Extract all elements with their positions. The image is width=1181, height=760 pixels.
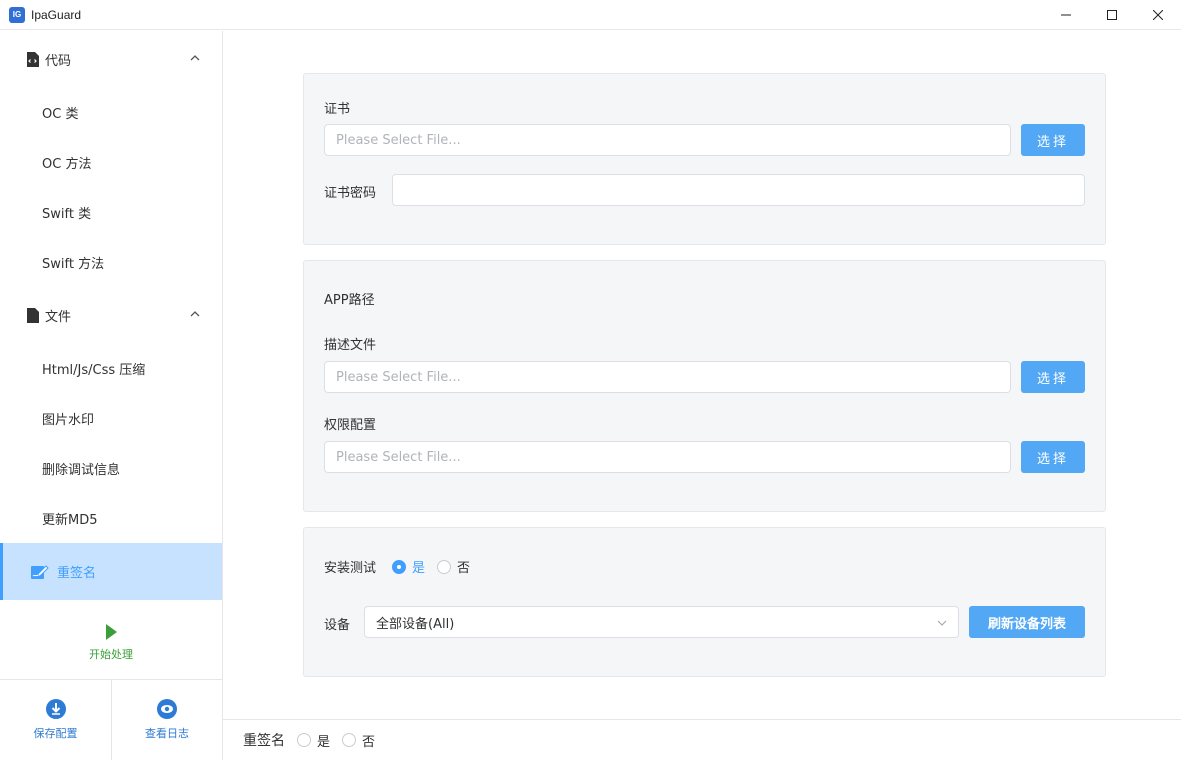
sidebar-item-label: Html/Js/Css 压缩 (42, 362, 146, 378)
certificate-file-input[interactable] (324, 124, 1011, 156)
provisioning-profile-input[interactable] (324, 361, 1011, 393)
install-test-yes-label: 是 (412, 561, 426, 576)
sidebar-item-label: Swift 方法 (42, 256, 105, 272)
sidebar-item-oc-method[interactable]: OC 方法 (0, 137, 222, 187)
sidebar-item-label: OC 类 (42, 106, 79, 122)
app-path-title: APP路径 (324, 293, 375, 308)
entitlements-input[interactable] (324, 441, 1011, 473)
sidebar-group-code[interactable]: 代码 (0, 31, 222, 87)
download-icon (45, 699, 66, 719)
sidebar-item-swift-method[interactable]: Swift 方法 (0, 237, 222, 287)
app-logo-icon: IG (9, 6, 25, 23)
code-file-icon (27, 51, 39, 67)
view-log-label: 查看日志 (145, 727, 189, 740)
app-path-panel: APP路径 描述文件 选择 权限配置 选择 (303, 260, 1106, 512)
sidebar-item-label: 重签名 (57, 566, 97, 581)
resign-footer-label: 重签名 (243, 733, 285, 749)
sidebar-group-label: 代码 (45, 53, 72, 69)
chevron-down-icon (937, 620, 947, 626)
maximize-button[interactable] (1089, 0, 1135, 30)
sidebar-item-label: 删除调试信息 (42, 462, 121, 478)
maximize-icon (1107, 10, 1117, 20)
certificate-password-label: 证书密码 (324, 186, 377, 201)
save-config-label: 保存配置 (33, 727, 78, 740)
start-process-label: 开始处理 (89, 648, 133, 661)
sidebar-item-label: OC 方法 (42, 156, 92, 172)
device-select-value: 全部设备(All) (376, 616, 455, 632)
resign-no-radio[interactable] (342, 733, 357, 747)
sidebar-item-html-compress[interactable]: Html/Js/Css 压缩 (0, 343, 222, 393)
sidebar: 代码 OC 类 OC 方法 Swift 类 Swift 方法 文件 Html/J… (0, 31, 223, 760)
sidebar-item-swift-class[interactable]: Swift 类 (0, 187, 222, 237)
sidebar-item-update-md5[interactable]: 更新MD5 (0, 493, 222, 543)
close-button[interactable] (1135, 0, 1181, 30)
sidebar-item-image-watermark[interactable]: 图片水印 (0, 393, 222, 443)
sidebar-group-label: 文件 (45, 309, 72, 325)
entitlements-select-button[interactable]: 选择 (1021, 441, 1085, 473)
view-log-button[interactable]: 查看日志 (111, 680, 222, 760)
sign-edit-icon (31, 564, 49, 579)
save-config-button[interactable]: 保存配置 (0, 680, 111, 760)
sidebar-item-label: 更新MD5 (42, 512, 98, 528)
play-icon (105, 624, 117, 640)
resign-yes-label: 是 (317, 734, 331, 750)
install-test-yes-radio[interactable] (392, 559, 406, 574)
window-controls (1043, 0, 1181, 30)
close-icon (1153, 10, 1163, 20)
certificate-panel: 证书 选择 证书密码 (303, 73, 1106, 245)
sidebar-item-resign[interactable]: 重签名 (0, 543, 222, 600)
resign-radio-group: 是 否 (297, 731, 387, 750)
device-select[interactable]: 全部设备(All) (364, 606, 959, 638)
certificate-select-button[interactable]: 选择 (1021, 124, 1085, 156)
start-process-button[interactable]: 开始处理 (0, 600, 222, 680)
device-label: 设备 (324, 618, 351, 633)
chevron-up-icon (190, 55, 200, 61)
sidebar-item-label: 图片水印 (42, 412, 95, 428)
certificate-label: 证书 (324, 102, 351, 117)
resign-no-label: 否 (362, 734, 376, 750)
install-test-label: 安装测试 (324, 561, 377, 576)
footer-bar: 重签名 是 否 (223, 719, 1181, 760)
entitlements-label: 权限配置 (324, 418, 377, 433)
sidebar-group-files[interactable]: 文件 (0, 287, 222, 343)
main-content: 证书 选择 证书密码 APP路径 描述文件 选择 权限配置 选择 安装测试 是 … (223, 31, 1181, 719)
title-bar: IG IpaGuard (0, 0, 1181, 30)
install-test-no-radio[interactable] (437, 559, 452, 574)
sidebar-item-remove-debug[interactable]: 删除调试信息 (0, 443, 222, 493)
file-icon (27, 307, 39, 323)
app-title: IpaGuard (31, 7, 82, 22)
sidebar-bottom-actions: 保存配置 查看日志 (0, 679, 222, 760)
eye-icon (157, 699, 177, 719)
minimize-button[interactable] (1043, 0, 1089, 30)
install-test-radio-group: 是 否 (392, 557, 482, 576)
provisioning-profile-label: 描述文件 (324, 338, 377, 353)
sidebar-item-label: Swift 类 (42, 206, 92, 222)
certificate-password-input[interactable] (392, 174, 1085, 206)
sidebar-item-oc-class[interactable]: OC 类 (0, 87, 222, 137)
install-test-panel: 安装测试 是 否 设备 全部设备(All) 刷新设备列表 (303, 527, 1106, 677)
chevron-up-icon (190, 311, 200, 317)
refresh-device-list-button[interactable]: 刷新设备列表 (969, 606, 1085, 638)
install-test-no-label: 否 (457, 561, 471, 576)
provisioning-profile-select-button[interactable]: 选择 (1021, 361, 1085, 393)
resign-yes-radio[interactable] (297, 733, 311, 747)
minimize-icon (1061, 14, 1071, 16)
